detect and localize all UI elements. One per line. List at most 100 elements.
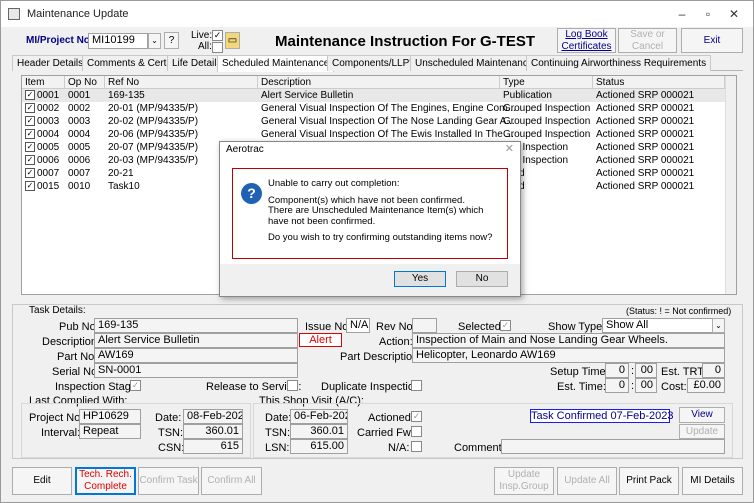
lc-date-field[interactable]: 08-Feb-2023 [183,409,243,424]
lc-csn-field[interactable]: 615 [183,439,243,454]
part-no-field[interactable]: AW169 [94,348,298,363]
update-insp-group-button[interactable]: Update Insp.Group [494,467,554,495]
release-to-service-checkbox[interactable] [287,380,298,391]
table-row[interactable]: ✓ 0004 0004 20-06 (MP/94335/P) General Visua… [22,128,736,141]
tab-comments-certs[interactable]: Comments & Certs [82,55,177,71]
action-field[interactable]: Inspection of Main and Nose Landing Gear… [412,333,725,348]
cell-item: 0001 [37,90,60,101]
comment-field[interactable] [501,439,725,454]
minimize-icon[interactable]: – [671,5,693,23]
project-no-field[interactable]: HP10629 [79,409,141,424]
dialog-close-icon[interactable]: ✕ [505,142,514,155]
no-button[interactable]: No [456,271,508,287]
view-button[interactable]: View [679,407,725,423]
cell-item: 0015 [37,181,60,192]
log-book-certificates-button[interactable]: Log Book Certificates [557,28,616,53]
tab-components-llps[interactable]: Components/LLP's [327,55,422,71]
cell-description: Alert Service Bulletin [261,90,354,101]
sv-tsn-field[interactable]: 360.01 [290,424,348,439]
est-time-hours[interactable]: 0 [605,378,629,393]
row-checkbox[interactable]: ✓ [25,129,35,139]
folder-icon[interactable]: ▭ [225,32,240,49]
yes-button[interactable]: Yes [394,271,446,287]
row-checkbox[interactable]: ✓ [25,103,35,113]
status-note: (Status: ! = Not confirmed) [626,306,732,316]
row-checkbox[interactable]: ✓ [25,142,35,152]
actioned-checkbox[interactable]: ✓ [411,411,422,422]
question-icon: ? [241,183,262,204]
show-type-select[interactable]: Show All [602,318,714,333]
update-all-button[interactable]: Update All [557,467,617,495]
all-checkbox[interactable] [212,42,223,53]
edit-button[interactable]: Edit [12,467,72,495]
carried-fwd-checkbox[interactable] [411,426,422,437]
exit-button[interactable]: Exit [681,28,743,53]
na-checkbox[interactable] [411,441,422,452]
cell-type: Grouped Inspection [503,103,591,114]
part-description-label: Part Description: [340,351,422,363]
confirm-all-button[interactable]: Confirm All [201,467,262,495]
part-no-label: Part No: [57,351,98,363]
lc-tsn-field[interactable]: 360.01 [183,424,243,439]
tech-rech-complete-button[interactable]: Tech. Rech. Complete [75,467,136,495]
cell-status: Actioned SRP 000021 [596,129,695,140]
lc-csn-label: CSN: [158,442,185,454]
table-row[interactable]: ✓ 0002 0002 20-01 (MP/94335/P) General Visua… [22,102,736,115]
lsn-field[interactable]: 615.00 [290,439,348,454]
interval-field[interactable]: Repeat [79,424,141,439]
close-icon[interactable]: ✕ [723,5,745,23]
setup-time-hours[interactable]: 0 [605,363,629,378]
duplicate-inspection-checkbox[interactable] [411,380,422,391]
issue-no-field[interactable]: N/A [346,318,370,333]
maximize-icon[interactable]: ▫ [697,5,719,23]
est-time-minutes[interactable]: 00 [635,378,657,393]
row-checkbox[interactable]: ✓ [25,90,35,100]
cell-type: Publication [503,90,552,101]
tab-strip: Header Details Comments & Certs Life Det… [12,55,743,72]
row-checkbox[interactable]: ✓ [25,155,35,165]
table-header: Item Op No Ref No Description Type Statu… [22,76,736,89]
table-row[interactable]: ✓ 0003 0003 20-02 (MP/94335/P) General Visua… [22,115,736,128]
tab-continuing-airworthiness[interactable]: Continuing Airworthiness Requirements [526,55,712,71]
save-cancel-button[interactable]: Save or Cancel [618,28,677,53]
serial-no-field[interactable]: SN-0001 [94,363,298,378]
col-item[interactable]: Item [22,76,65,89]
setup-time-label: Setup Time: [550,366,609,378]
col-op-no[interactable]: Op No [65,76,105,89]
rev-no-field[interactable] [412,318,437,333]
print-pack-button[interactable]: Print Pack [619,467,679,495]
help-button[interactable]: ? [164,32,179,49]
col-status[interactable]: Status [593,76,725,89]
row-checkbox[interactable]: ✓ [25,168,35,178]
selected-checkbox[interactable]: ✓ [500,320,511,331]
show-type-dropdown-icon[interactable]: ⌄ [712,318,725,333]
table-row[interactable]: ✓ 0001 0001 169-135 Alert Service Bulletin Pu… [22,89,736,102]
setup-time-minutes[interactable]: 00 [635,363,657,378]
task-confirmed-badge: Task Confirmed 07-Feb-2023 [530,409,674,423]
maintenance-update-window: Maintenance Update – ▫ ✕ MI/Project No: … [0,0,754,503]
row-checkbox[interactable]: ✓ [25,116,35,126]
col-ref-no[interactable]: Ref No [105,76,258,89]
mi-details-button[interactable]: MI Details [682,467,743,495]
tab-header-details[interactable]: Header Details [12,55,89,71]
est-trt-field[interactable]: 0 [702,363,725,378]
description-field[interactable]: Alert Service Bulletin [94,333,298,348]
update-button[interactable]: Update [679,424,725,439]
sv-date-field[interactable]: 06-Feb-2023 [290,409,348,424]
pub-no-field[interactable]: 169-135 [94,318,298,333]
col-type[interactable]: Type [500,76,593,89]
live-checkbox[interactable]: ✓ [212,30,223,41]
cell-op-no: 0004 [68,129,91,140]
row-checkbox[interactable]: ✓ [25,181,35,191]
col-description[interactable]: Description [258,76,500,89]
mi-project-dropdown-icon[interactable]: ⌄ [148,33,161,49]
part-description-field[interactable]: Helicopter, Leonardo AW169 [412,348,725,363]
confirm-task-button[interactable]: Confirm Task [138,467,199,495]
cost-field[interactable]: £0.00 [687,378,725,393]
mi-project-input[interactable]: MI10199 [88,33,148,49]
tab-unscheduled-maintenance[interactable]: Unscheduled Maintenance [410,55,539,71]
inspection-stage-checkbox[interactable]: ✓ [130,380,141,391]
table-scrollbar[interactable] [725,76,736,294]
tab-scheduled-maintenance[interactable]: Scheduled Maintenance [217,55,335,72]
dialog-title: Aerotrac [226,144,264,155]
